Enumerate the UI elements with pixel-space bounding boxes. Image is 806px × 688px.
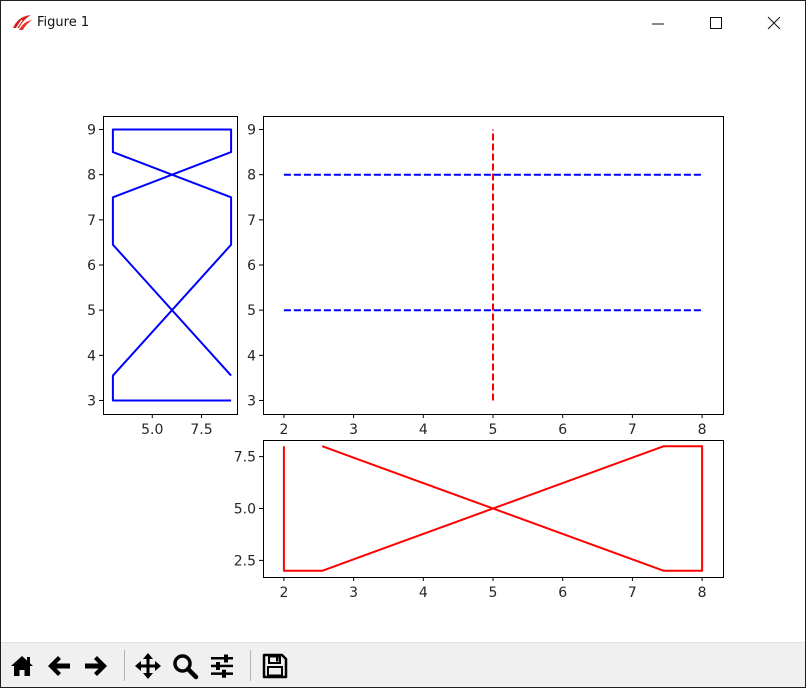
forward-button[interactable]	[80, 649, 112, 682]
main-x-tick-label: 5	[489, 422, 498, 438]
main-y-tick-label: 9	[247, 123, 256, 139]
forward-arrow-icon	[85, 656, 107, 676]
home-button[interactable]	[6, 649, 38, 682]
bottom-x-tick-label: 7	[628, 585, 637, 601]
figure-canvas[interactable]: 5.0 7.5 3 4 5 6 7 8 9 2 3 4 5 6 7 8 3 4 5 6 7 8 9 2 3 4 5 6 7 8 2.5 5.0…	[1, 45, 805, 642]
window-title: Figure 1	[37, 15, 90, 30]
zoom-icon	[173, 654, 199, 680]
home-icon	[11, 656, 33, 676]
bottom-y-tick-label: 5.0	[234, 502, 256, 518]
bottom-x-tick-label: 3	[349, 585, 358, 601]
configure-subplots-button[interactable]	[206, 649, 238, 682]
left-y-tick-label: 8	[87, 168, 96, 184]
main-y-tick-label: 5	[247, 303, 256, 319]
toolbar-separator	[124, 650, 125, 681]
main-x-tick-label: 8	[698, 422, 707, 438]
main-x-tick-label: 6	[558, 422, 567, 438]
main-y-tick-label: 3	[247, 393, 256, 409]
left-y-tick-label: 4	[87, 348, 96, 364]
pan-button[interactable]	[132, 649, 164, 682]
main-y-tick-label: 4	[247, 348, 256, 364]
bottom-x-tick-label: 8	[698, 585, 707, 601]
main-y-tick-label: 6	[247, 258, 256, 274]
bottom-y-tick-label: 7.5	[234, 450, 256, 466]
main-x-tick-label: 2	[279, 422, 288, 438]
configure-subplots-icon	[211, 654, 233, 678]
main-x-tick-label: 3	[349, 422, 358, 438]
left-y-tick-label: 6	[87, 258, 96, 274]
main-x-tick-label: 4	[419, 422, 428, 438]
bottom-x-tick-label: 4	[419, 585, 428, 601]
zoom-button[interactable]	[169, 649, 201, 682]
minimize-button[interactable]	[629, 1, 687, 45]
bottom-x-tick-label: 6	[558, 585, 567, 601]
pan-icon	[135, 653, 161, 679]
bottom-x-tick-label: 2	[279, 585, 288, 601]
back-arrow-icon	[48, 656, 70, 676]
save-button[interactable]	[259, 649, 291, 682]
left-x-tick-label: 5.0	[141, 422, 163, 438]
left-y-tick-label: 5	[87, 303, 96, 319]
main-y-tick-label: 8	[247, 168, 256, 184]
back-button[interactable]	[43, 649, 75, 682]
figure-window: Figure 1 5.0 7.5 3 4 5 6 7 8 9 2 3 4 5 6 7 8 3 4 5 6 7 8 9 2 3 4 5…	[1, 1, 805, 687]
left-y-tick-label: 7	[87, 213, 96, 229]
left-series-line-0	[111, 128, 233, 402]
save-icon	[262, 653, 288, 679]
minimize-icon	[652, 23, 664, 25]
maximize-button[interactable]	[687, 1, 745, 45]
axes-left: 5.0 7.5 3 4 5 6 7 8 9	[87, 116, 238, 438]
left-x-tick-label: 7.5	[190, 422, 212, 438]
navigation-toolbar	[1, 642, 805, 687]
main-y-tick-label: 7	[247, 213, 256, 229]
maximize-icon	[710, 17, 722, 29]
tk-feather-icon	[13, 15, 32, 30]
axes-main: 2 3 4 5 6 7 8 3 4 5 6 7 8 9	[247, 116, 724, 438]
axes-bottom: 2 3 4 5 6 7 8 2.5 5.0 7.5	[234, 440, 724, 601]
title-bar[interactable]: Figure 1	[1, 1, 805, 45]
bottom-y-tick-label: 2.5	[234, 553, 256, 569]
toolbar-separator	[250, 650, 251, 681]
left-axes-frame	[103, 116, 238, 415]
close-icon	[767, 16, 781, 30]
left-y-tick-label: 9	[87, 123, 96, 139]
bottom-series-line-0	[282, 445, 704, 572]
close-button[interactable]	[745, 1, 803, 45]
bottom-x-tick-label: 5	[489, 585, 498, 601]
left-y-tick-label: 3	[87, 393, 96, 409]
main-x-tick-label: 7	[628, 422, 637, 438]
